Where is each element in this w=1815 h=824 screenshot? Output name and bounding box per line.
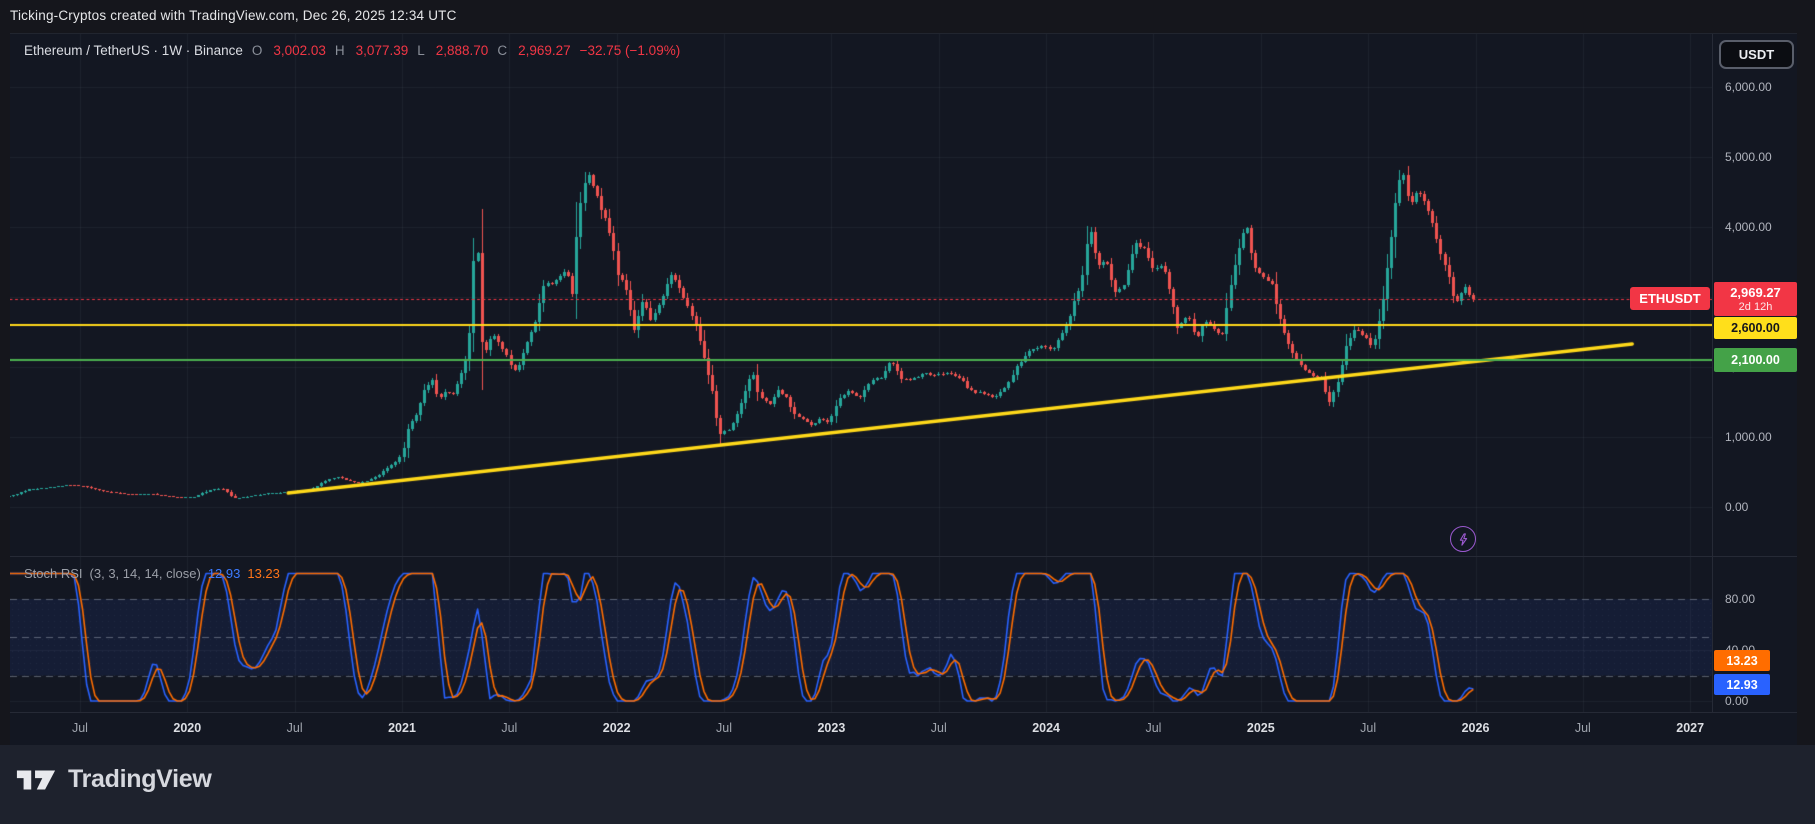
pane-separator[interactable] <box>10 556 1797 557</box>
chart-widget: Ethereum / TetherUS · 1W · Binance O3,00… <box>10 33 1797 746</box>
time-axis-label: Jul <box>1575 721 1591 735</box>
price-axis[interactable]: USDT 2,969.27 2d 12h 2,600.00 2,100.00 1… <box>1712 34 1798 713</box>
time-axis-label: 2024 <box>1032 721 1060 735</box>
support-level-tag[interactable]: 2,100.00 <box>1714 348 1797 372</box>
tradingview-logo-text: TradingView <box>68 765 212 794</box>
stoch-k-tag: 12.93 <box>1714 674 1770 695</box>
price-axis-label: 6,000.00 <box>1725 79 1772 95</box>
indicator-name[interactable]: Stoch RSI <box>24 566 83 581</box>
price-axis-label: 1,000.00 <box>1725 429 1772 445</box>
time-axis-label: 2026 <box>1462 721 1490 735</box>
time-axis-label: Jul <box>1145 721 1161 735</box>
currency-toggle-button[interactable]: USDT <box>1719 40 1794 69</box>
time-axis-label: 2027 <box>1676 721 1704 735</box>
last-price-value: 2,969.27 <box>1730 285 1781 301</box>
time-axis-label: 2020 <box>173 721 201 735</box>
ohlc-open: O3,002.03 <box>252 43 326 58</box>
time-axis-label: Jul <box>716 721 732 735</box>
time-axis[interactable]: Jul 2020 Jul 2021 Jul 2022 Jul 2023 Jul 2024 Jul 20… <box>10 713 1712 746</box>
stoch-d-tag: 13.23 <box>1714 650 1770 671</box>
lightning-event-icon[interactable] <box>1450 526 1476 552</box>
ohlc-close: C2,969.27 <box>497 43 570 58</box>
time-axis-label: 2023 <box>817 721 845 735</box>
stoch-d-value: 13.23 <box>247 566 280 581</box>
time-axis-label: Jul <box>501 721 517 735</box>
symbol-price-line-tag: ETHUSDT <box>1630 287 1710 310</box>
indicator-legend: Stoch RSI (3, 3, 14, 14, close) 12.93 13… <box>24 565 280 581</box>
tradingview-chart-screenshot: Ticking-Cryptos created with TradingView… <box>0 0 1815 824</box>
lightning-bolt-glyph <box>1456 532 1471 547</box>
time-axis-label: 2022 <box>603 721 631 735</box>
price-axis-label: 0.00 <box>1725 499 1748 515</box>
time-axis-label: Jul <box>72 721 88 735</box>
tradingview-logo-icon <box>15 767 57 793</box>
bottom-bar: TradingView <box>0 745 1815 824</box>
price-chart-canvas[interactable] <box>10 34 1712 557</box>
time-axis-label: Jul <box>1360 721 1376 735</box>
tradingview-logo[interactable]: TradingView <box>15 765 212 794</box>
stoch-k-value: 12.93 <box>208 566 241 581</box>
stoch-axis-label: 0.00 <box>1725 693 1748 709</box>
symbol-header: Ethereum / TetherUS · 1W · Binance O3,00… <box>24 41 680 59</box>
ohlc-high: H3,077.39 <box>335 43 408 58</box>
time-axis-label: Jul <box>931 721 947 735</box>
price-change: −32.75 (−1.09%) <box>580 43 681 58</box>
last-price-tag: 2,969.27 2d 12h <box>1714 282 1797 316</box>
price-axis-label: 4,000.00 <box>1725 219 1772 235</box>
time-axis-separator <box>10 712 1797 713</box>
resistance-level-tag[interactable]: 2,600.00 <box>1714 317 1797 339</box>
time-axis-label: 2025 <box>1247 721 1275 735</box>
time-axis-label: Jul <box>287 721 303 735</box>
symbol-title[interactable]: Ethereum / TetherUS · 1W · Binance <box>24 43 243 58</box>
ohlc-low: L2,888.70 <box>417 43 488 58</box>
stoch-axis-label: 80.00 <box>1725 591 1755 607</box>
time-axis-label: 2021 <box>388 721 416 735</box>
bar-countdown: 2d 12h <box>1739 301 1773 314</box>
indicator-params: (3, 3, 14, 14, close) <box>90 566 201 581</box>
price-axis-label: 5,000.00 <box>1725 149 1772 165</box>
watermark-text: Ticking-Cryptos created with TradingView… <box>10 8 457 23</box>
